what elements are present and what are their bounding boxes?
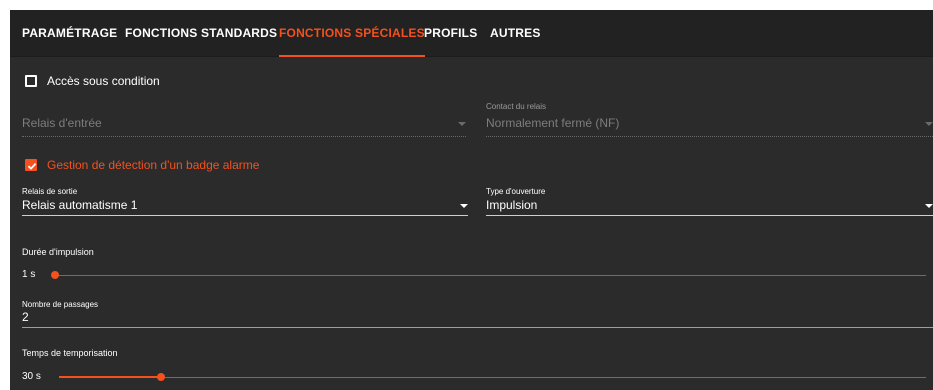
delay-time-label: Temps de temporisation bbox=[22, 348, 118, 358]
field-underline bbox=[22, 215, 468, 216]
relay-contact-value: Normalement fermé (NF) bbox=[486, 116, 620, 130]
tab-fonctions-speciales[interactable]: FONCTIONS SPÉCIALES bbox=[279, 10, 425, 57]
tab-label: FONCTIONS STANDARDS bbox=[125, 26, 278, 40]
tab-label: PROFILS bbox=[424, 26, 478, 40]
access-condition-label: Accès sous condition bbox=[47, 74, 160, 88]
relay-contact-label: Contact du relais bbox=[486, 102, 547, 111]
tab-label: FONCTIONS SPÉCIALES bbox=[279, 26, 425, 40]
slider-thumb[interactable] bbox=[157, 373, 166, 381]
unchecked-box-icon bbox=[25, 75, 37, 87]
pass-count-label: Nombre de passages bbox=[22, 300, 99, 309]
tab-label: AUTRES bbox=[490, 26, 541, 40]
field-underline bbox=[486, 136, 933, 137]
pulse-duration-slider[interactable] bbox=[51, 271, 926, 279]
field-underline bbox=[486, 215, 933, 216]
tab-fonctions-standards[interactable]: FONCTIONS STANDARDS bbox=[125, 10, 277, 57]
chevron-down-icon bbox=[925, 122, 933, 126]
opening-type-select[interactable]: Type d'ouverture Impulsion bbox=[486, 187, 933, 216]
tab-bar: PARAMÉTRAGE FONCTIONS STANDARDS FONCTION… bbox=[10, 10, 933, 57]
output-relay-select[interactable]: Relais de sortie Relais automatisme 1 bbox=[22, 187, 468, 216]
input-relay-select[interactable]: Relais d'entrée bbox=[22, 106, 466, 138]
field-underline bbox=[22, 136, 466, 137]
slider-fill bbox=[59, 376, 162, 378]
tab-parametrage[interactable]: PARAMÉTRAGE bbox=[22, 10, 117, 57]
opening-type-label: Type d'ouverture bbox=[486, 187, 546, 196]
alarm-badge-checkbox[interactable]: Gestion de détection d'un badge alarme bbox=[25, 158, 259, 172]
alarm-badge-label: Gestion de détection d'un badge alarme bbox=[47, 158, 260, 172]
checked-box-icon bbox=[25, 159, 37, 171]
pulse-duration-value: 1 s bbox=[22, 269, 36, 280]
input-relay-placeholder: Relais d'entrée bbox=[22, 116, 102, 130]
chevron-down-icon bbox=[458, 122, 466, 126]
delay-time-slider[interactable] bbox=[59, 373, 926, 381]
chevron-down-icon bbox=[925, 204, 933, 208]
settings-panel: PARAMÉTRAGE FONCTIONS STANDARDS FONCTION… bbox=[10, 10, 933, 390]
opening-type-value: Impulsion bbox=[486, 198, 538, 212]
chevron-down-icon bbox=[460, 204, 468, 208]
pass-count-field[interactable]: Nombre de passages 2 bbox=[22, 300, 933, 328]
access-condition-checkbox[interactable]: Accès sous condition bbox=[25, 74, 160, 88]
relay-contact-select[interactable]: Contact du relais Normalement fermé (NF) bbox=[486, 102, 933, 138]
tab-autres[interactable]: AUTRES bbox=[490, 10, 541, 57]
field-underline bbox=[22, 327, 933, 328]
active-tab-indicator bbox=[279, 55, 425, 57]
output-relay-label: Relais de sortie bbox=[22, 187, 78, 196]
slider-thumb[interactable] bbox=[51, 271, 59, 279]
pass-count-value: 2 bbox=[22, 310, 29, 324]
output-relay-value: Relais automatisme 1 bbox=[22, 198, 138, 212]
pulse-duration-label: Durée d'impulsion bbox=[22, 247, 94, 257]
delay-time-value: 30 s bbox=[22, 371, 41, 382]
tab-profils[interactable]: PROFILS bbox=[424, 10, 477, 57]
tab-label: PARAMÉTRAGE bbox=[22, 26, 118, 40]
